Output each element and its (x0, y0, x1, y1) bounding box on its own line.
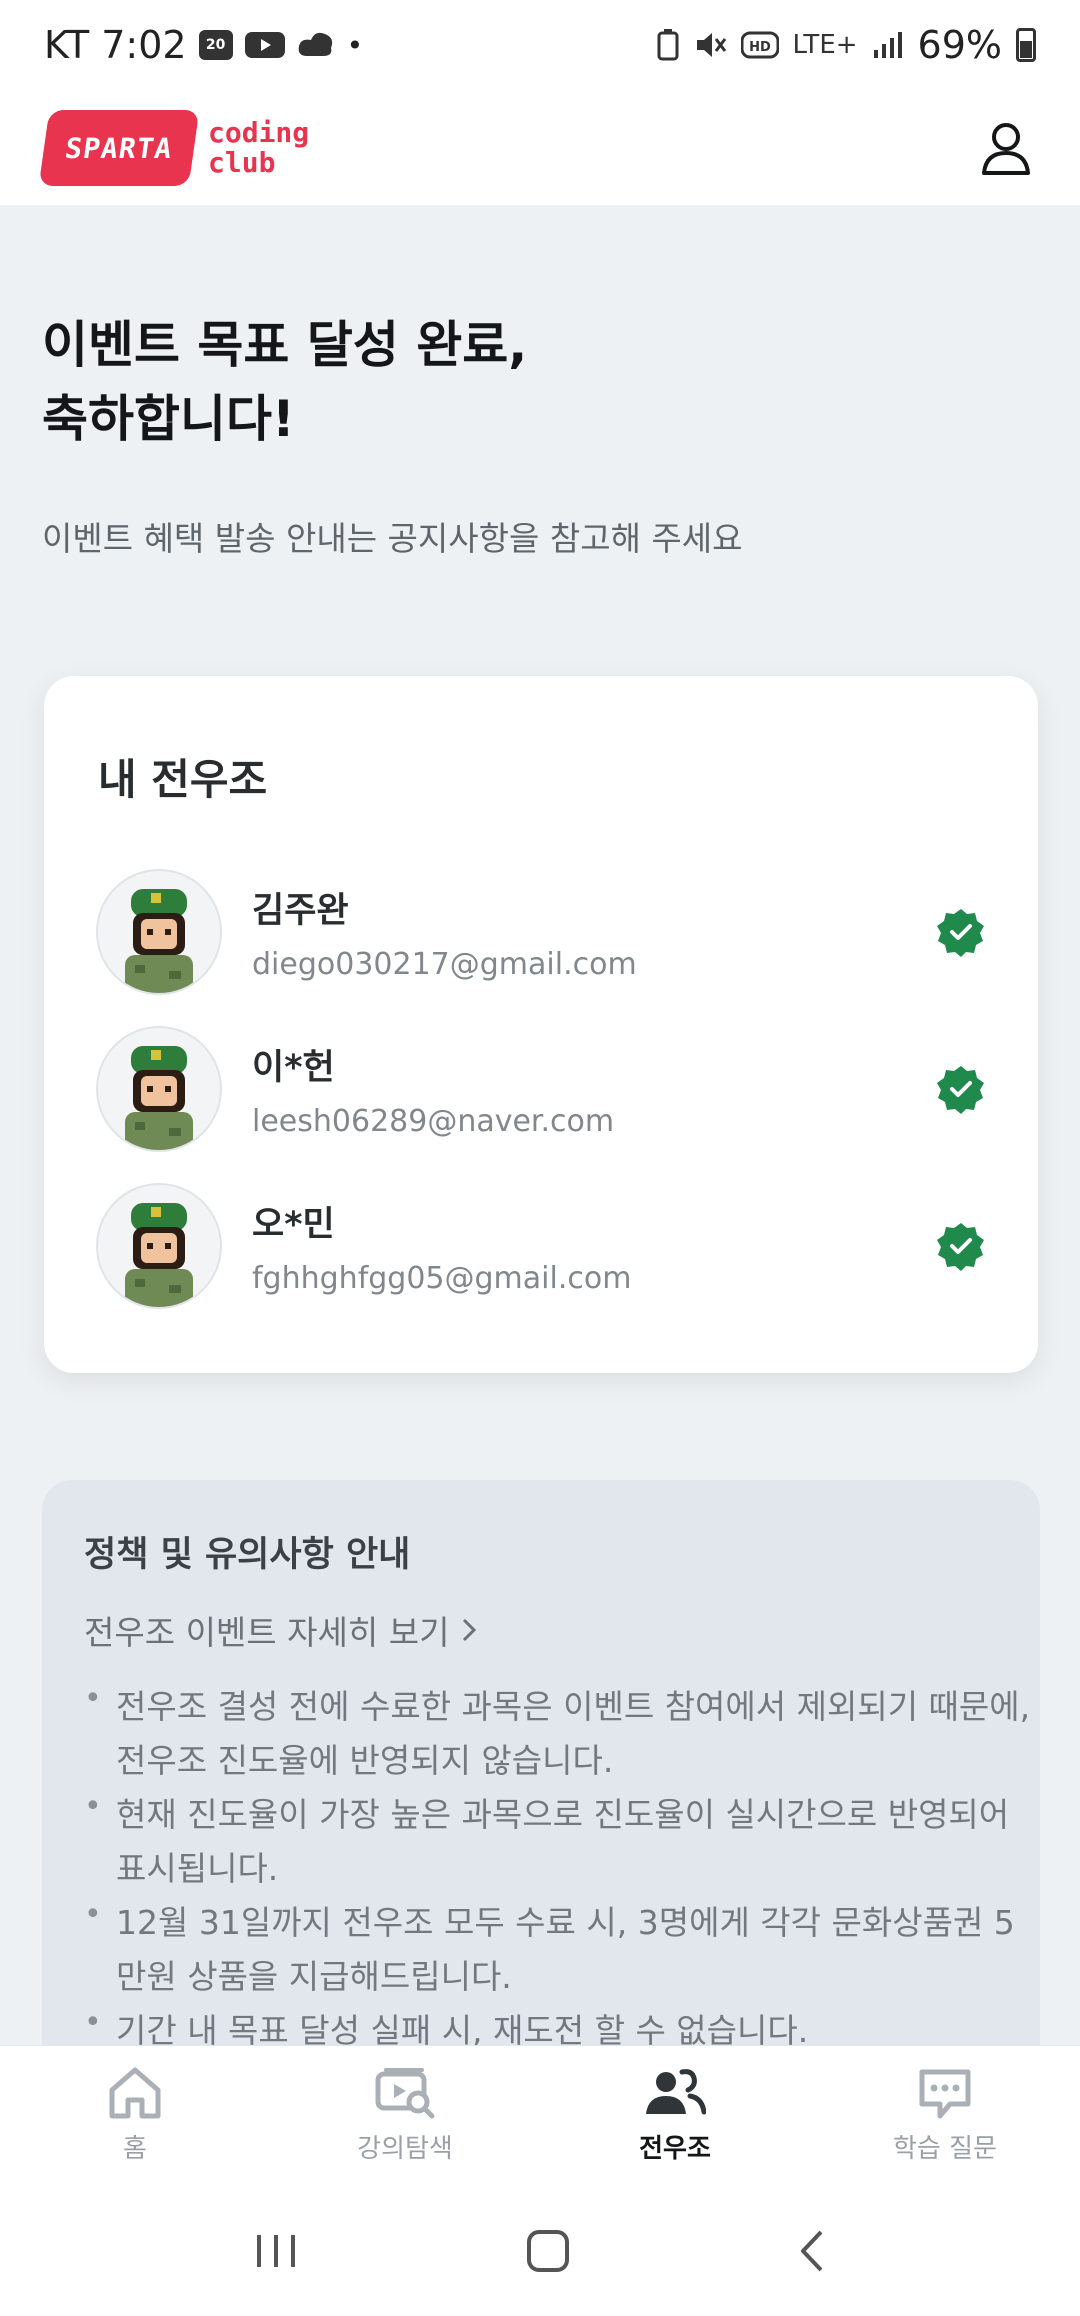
youtube-icon (244, 32, 285, 58)
member-name: 오*민 (252, 1205, 335, 1245)
policy-title: 정책 및 유의사항 안내 (84, 1535, 411, 1575)
logo-text-line2: club (208, 145, 276, 179)
user-icon (982, 122, 1030, 175)
home-button-icon[interactable] (526, 2229, 570, 2273)
signal-icon (873, 32, 902, 58)
avatar (96, 1183, 222, 1309)
page-subtitle: 이벤트 혜택 발송 안내는 공지사항을 참고해 주세요 (42, 519, 743, 558)
chat-icon (919, 2069, 971, 2119)
page-title: 이벤트 목표 달성 완료, 축하합니다! (42, 308, 1042, 456)
nav-course-search-label: 강의탐색 (357, 2134, 453, 2164)
title-line2: 축하합니다! (42, 390, 295, 448)
nav-home[interactable]: 홈 (0, 2046, 270, 2185)
logo-text: coding club (208, 115, 310, 179)
member-info: 오*민 fghhghfgg05@gmail.com (252, 1196, 631, 1296)
hd-icon: HD (740, 31, 779, 59)
policy-item: 12월 31일까지 전우조 모두 수료 시, 3명에게 각각 문화상품권 5만원… (84, 1888, 1034, 2004)
nav-course-search[interactable]: 강의탐색 (270, 2046, 540, 2185)
logo-badge: SPARTA (38, 109, 200, 186)
team-card: 내 전우조 김주완 diego030217@gmail.com 이*헌 lees… (44, 676, 1038, 1373)
team-member: 김주완 diego030217@gmail.com (96, 868, 986, 996)
policy-item: 현재 진도율이 가장 높은 과목으로 진도율이 실시간으로 반영되어 표시됩니다… (84, 1780, 1034, 1896)
nav-team-label: 전우조 (639, 2134, 711, 2164)
check-badge-icon (937, 1066, 984, 1114)
policy-item: 전우조 결성 전에 수료한 과목은 이벤트 참여에서 제외되기 때문에, 전우조… (84, 1672, 1034, 1788)
title-line1: 이벤트 목표 달성 완료, (42, 316, 528, 374)
battery-percent: 69% (917, 23, 1002, 67)
nav-learning-questions-label: 학습 질문 (893, 2134, 997, 2164)
blog-icon: 20 (198, 30, 233, 60)
member-email: fghhghfgg05@gmail.com (252, 1261, 632, 1296)
nav-learning-questions[interactable]: 학습 질문 (810, 2046, 1080, 2185)
member-info: 이*헌 leesh06289@naver.com (252, 1039, 614, 1139)
member-email: diego030217@gmail.com (252, 947, 637, 982)
member-info: 김주완 diego030217@gmail.com (252, 882, 637, 982)
team-member: 이*헌 leesh06289@naver.com (96, 1025, 986, 1153)
team-icon (646, 2069, 706, 2115)
mute-icon (696, 33, 726, 57)
policy-box: 정책 및 유의사항 안내 전우조 이벤트 자세히 보기 전우조 결성 전에 수료… (42, 1480, 1040, 2080)
soldier-avatar-icon (125, 1203, 193, 1307)
video-search-icon (375, 2068, 435, 2119)
status-left: KT 7:02 20 • (44, 23, 363, 67)
nav-team[interactable]: 전우조 (540, 2046, 810, 2185)
recent-apps-icon[interactable] (253, 2231, 299, 2271)
battery-icon (1016, 28, 1036, 62)
network-type: LTE+ (792, 30, 858, 60)
svg-text:HD: HD (749, 40, 771, 55)
event-details-label: 전우조 이벤트 자세히 보기 (84, 1613, 450, 1652)
avatar (96, 1026, 222, 1152)
battery-saver-icon (657, 29, 679, 61)
carrier-time: KT 7:02 (44, 23, 187, 67)
member-name: 이*헌 (252, 1048, 335, 1088)
system-nav (0, 2185, 1080, 2316)
cloud-icon (298, 32, 332, 56)
policy-list: 전우조 결성 전에 수료한 과목은 이벤트 참여에서 제외되기 때문에, 전우조… (84, 1672, 1034, 2058)
avatar (96, 869, 222, 995)
home-icon (109, 2067, 161, 2119)
member-email: leesh06289@naver.com (252, 1104, 615, 1139)
app-header: SPARTA coding club (0, 90, 1080, 205)
event-details-link[interactable]: 전우조 이벤트 자세히 보기 (84, 1606, 477, 1654)
soldier-avatar-icon (125, 889, 193, 993)
back-icon[interactable] (797, 2228, 827, 2274)
team-member: 오*민 fghhghfgg05@gmail.com (96, 1182, 986, 1310)
bottom-nav: 홈 강의탐색 전우조 학습 질문 (0, 2045, 1080, 2185)
sparta-logo[interactable]: SPARTA coding club (38, 109, 310, 186)
check-badge-icon (937, 1223, 984, 1271)
status-bar: KT 7:02 20 • HD LTE+ 69% (0, 0, 1080, 90)
soldier-avatar-icon (125, 1046, 193, 1150)
notification-dot-icon: • (346, 28, 364, 62)
chevron-right-icon (463, 1618, 477, 1642)
profile-button[interactable] (976, 118, 1036, 178)
status-right: HD LTE+ 69% (657, 23, 1036, 67)
logo-text-line1: coding (208, 115, 310, 149)
check-badge-icon (937, 909, 984, 957)
nav-home-label: 홈 (123, 2134, 147, 2164)
member-name: 김주완 (252, 891, 349, 931)
team-title: 내 전우조 (98, 755, 268, 804)
